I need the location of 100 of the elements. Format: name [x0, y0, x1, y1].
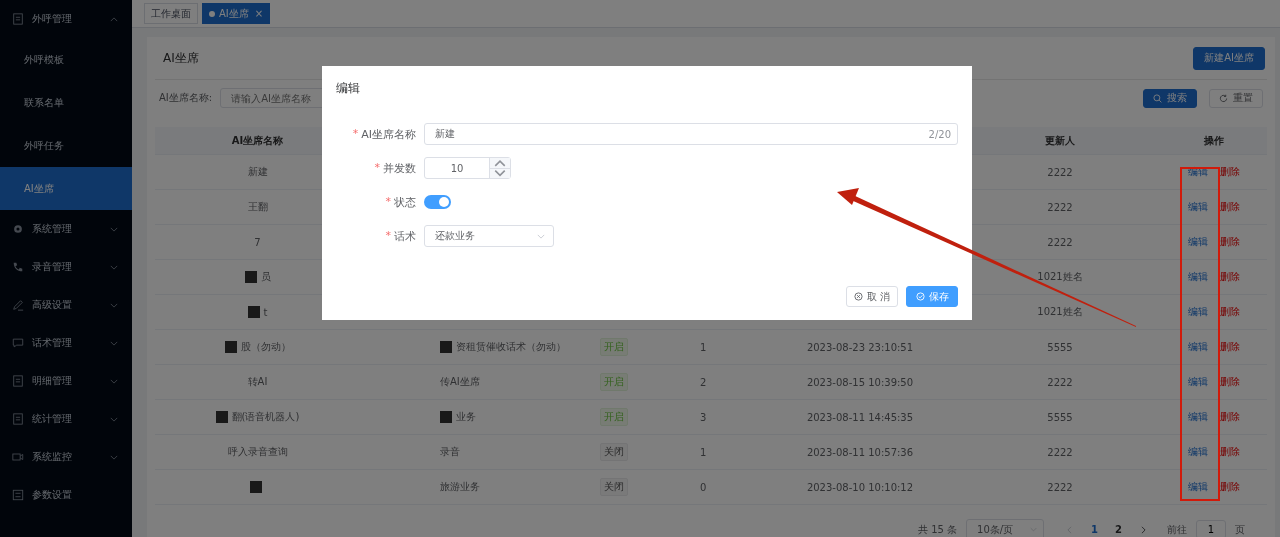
delete-link[interactable]: 删除: [1220, 200, 1240, 214]
edit-link[interactable]: 编辑: [1188, 340, 1208, 354]
new-button[interactable]: 新建AI坐席: [1193, 46, 1265, 70]
delete-link[interactable]: 删除: [1220, 165, 1240, 179]
table-cell: 2023-08-10 10:10:12: [806, 481, 914, 493]
cancel-button[interactable]: 取 消: [846, 286, 898, 307]
menu-group[interactable]: 外呼管理: [0, 0, 132, 38]
menu-group[interactable]: 高级设置: [0, 286, 132, 324]
table-cell: 2023-08-11 10:57:36: [806, 446, 914, 458]
edit-link[interactable]: 编辑: [1188, 480, 1208, 494]
menu-group[interactable]: 话术管理: [0, 324, 132, 362]
menu-group[interactable]: 统计管理: [0, 400, 132, 438]
delete-link[interactable]: 删除: [1220, 270, 1240, 284]
table-cell: 2222: [1047, 166, 1073, 178]
gear-icon: [12, 223, 24, 235]
field-label: 话术: [394, 228, 416, 244]
status-tag: 关闭: [600, 443, 628, 461]
edit-link[interactable]: 编辑: [1188, 445, 1208, 459]
menu-group-label: 参数设置: [32, 488, 73, 502]
edit-link[interactable]: 编辑: [1188, 305, 1208, 319]
page-number[interactable]: 2: [1111, 524, 1126, 535]
required-mark: *: [374, 160, 380, 176]
status-tag: 开启: [600, 408, 628, 426]
table-cell: 2023-08-11 14:45:35: [806, 411, 914, 423]
caret-icon: [110, 454, 118, 460]
search-button[interactable]: 搜索: [1143, 88, 1197, 108]
delete-link[interactable]: 删除: [1220, 445, 1240, 459]
table-cell: 1: [700, 446, 707, 458]
caret-icon: [110, 378, 118, 384]
table-cell: 2: [700, 376, 707, 388]
field-label: 状态: [394, 194, 416, 210]
field-label: 并发数: [383, 160, 416, 176]
table-cell: 录音: [440, 445, 460, 459]
menu-group-label: 高级设置: [32, 298, 73, 312]
video-camera-icon: [12, 451, 24, 463]
tab[interactable]: AI坐席 ×: [202, 3, 271, 24]
status-switch[interactable]: [424, 195, 451, 209]
table-cell: 2222: [1047, 376, 1073, 388]
name-field[interactable]: 新建 2/20: [424, 123, 958, 145]
table-cell: 2222: [1047, 236, 1073, 248]
page-size-select[interactable]: 10条/页: [966, 519, 1045, 537]
caret-icon: [110, 16, 118, 22]
required-mark: *: [385, 228, 391, 244]
caret-icon: [110, 302, 118, 308]
delete-link[interactable]: 删除: [1220, 305, 1240, 319]
chat-bubble-icon: [12, 337, 24, 349]
column-header: AI坐席名称: [231, 133, 284, 148]
menu-group-label: 外呼管理: [32, 12, 73, 26]
goto-page-field[interactable]: 1: [1196, 520, 1226, 537]
table-cell: 股（勿动）: [240, 340, 291, 354]
document-icon: [12, 413, 24, 425]
page-suffix: 页: [1235, 522, 1245, 537]
required-mark: *: [352, 126, 359, 142]
menu-group[interactable]: 明细管理: [0, 362, 132, 400]
edit-link[interactable]: 编辑: [1188, 270, 1208, 284]
caret-icon: [537, 233, 545, 239]
table-cell: 旅游业务: [440, 480, 480, 494]
phone-icon: [12, 261, 24, 273]
total-count: 共 15 条: [917, 522, 958, 537]
delete-link[interactable]: 删除: [1220, 410, 1240, 424]
script-select[interactable]: 还款业务: [424, 225, 554, 247]
delete-link[interactable]: 删除: [1220, 375, 1240, 389]
delete-link[interactable]: 删除: [1220, 235, 1240, 249]
delete-link[interactable]: 删除: [1220, 480, 1240, 494]
menu-item[interactable]: AI坐席: [0, 167, 132, 210]
search-icon: [1153, 93, 1162, 103]
edit-link[interactable]: 编辑: [1188, 235, 1208, 249]
tab[interactable]: 工作桌面: [144, 3, 198, 24]
save-button[interactable]: 保存: [906, 286, 958, 307]
caret-icon: [110, 416, 118, 422]
menu-group[interactable]: 系统监控: [0, 438, 132, 476]
menu-group-label: 系统监控: [32, 450, 73, 464]
table-cell: 2023-08-23 23:10:51: [806, 341, 914, 353]
edit-link[interactable]: 编辑: [1188, 375, 1208, 389]
table-cell: 呼入录音查询: [227, 445, 288, 459]
increment-icon[interactable]: [490, 158, 510, 169]
table-cell: 2222: [1047, 201, 1073, 213]
check-circle-icon: [915, 292, 925, 301]
menu-group[interactable]: 参数设置: [0, 476, 132, 514]
page-number[interactable]: 1: [1087, 524, 1103, 535]
next-page-icon[interactable]: [1141, 525, 1146, 534]
table-cell: 1: [700, 341, 707, 353]
number-field[interactable]: 10: [424, 157, 511, 179]
table-cell: 5555: [1047, 341, 1073, 353]
edit-link[interactable]: 编辑: [1188, 200, 1208, 214]
edit-link[interactable]: 编辑: [1188, 410, 1208, 424]
menu-group-label: 明细管理: [32, 374, 73, 388]
delete-link[interactable]: 删除: [1220, 340, 1240, 354]
table-cell: 新建: [247, 165, 268, 179]
table-cell: 3: [700, 411, 707, 423]
table-cell: 传AI坐席: [440, 375, 480, 389]
document-icon: [12, 13, 24, 25]
table-cell: 2222: [1047, 481, 1073, 493]
reset-button[interactable]: 重置: [1209, 88, 1263, 108]
refresh-icon: [1219, 93, 1228, 103]
caret-icon: [110, 226, 118, 232]
menu-group[interactable]: 系统管理: [0, 210, 132, 248]
menu-group-label: 话术管理: [32, 336, 73, 350]
menu-group[interactable]: 录音管理: [0, 248, 132, 286]
status-tag: 开启: [600, 373, 628, 391]
